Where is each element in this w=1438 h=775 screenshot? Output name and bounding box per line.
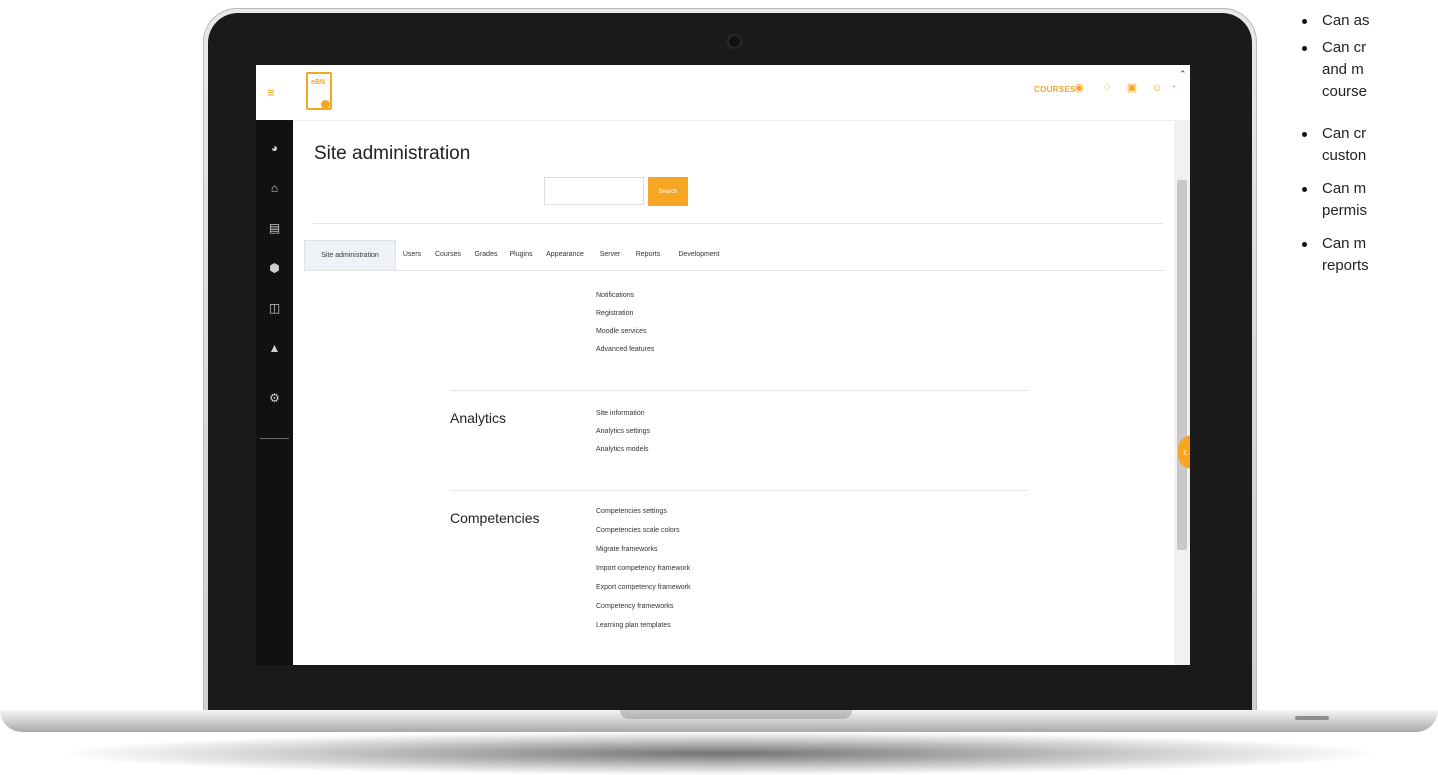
- site-logo[interactable]: eBN: [306, 72, 332, 110]
- graduation-icon[interactable]: ▲: [268, 342, 281, 355]
- link-competency-frameworks[interactable]: Competency frameworks: [596, 603, 673, 610]
- link-notifications[interactable]: Notifications: [596, 292, 634, 299]
- settings-icon[interactable]: ⚙: [268, 392, 281, 405]
- search-button[interactable]: Search: [648, 177, 688, 206]
- bullet-dot-icon: [1302, 187, 1307, 192]
- top-navbar: ≡ eBN COURSES ◉ ♢ ▣ ☺ • ⌃: [256, 65, 1190, 121]
- link-analytics-settings[interactable]: Analytics settings: [596, 428, 650, 435]
- files-icon[interactable]: ◫: [268, 302, 281, 315]
- section-divider: [450, 390, 1028, 391]
- bullet-dot-icon: [1302, 242, 1307, 247]
- vertical-scrollbar[interactable]: [1174, 120, 1190, 665]
- user-avatar-icon[interactable]: ☺: [1151, 82, 1163, 94]
- tab-development[interactable]: Development: [668, 240, 730, 270]
- page-title: Site administration: [314, 143, 471, 164]
- courses-globe-icon[interactable]: ◉: [1073, 82, 1085, 94]
- bullet-line: permis: [1322, 202, 1368, 219]
- competencies-heading: Competencies: [450, 510, 540, 526]
- sidebar-divider: [260, 438, 289, 439]
- calendar-icon[interactable]: ▤: [268, 222, 281, 235]
- bullet-line: Can cr: [1322, 125, 1367, 142]
- bullet-line: reports: [1322, 257, 1369, 274]
- link-export-competency-framework[interactable]: Export competency framework: [596, 584, 691, 591]
- laptop-screen: ≡ eBN COURSES ◉ ♢ ▣ ☺ • ⌃ ◕ ⌂ ▤ ⬢ ◫ ▲ ⚙ …: [256, 65, 1190, 665]
- tab-server[interactable]: Server: [592, 240, 628, 270]
- bullet-line: Can m: [1322, 235, 1367, 252]
- title-divider: [313, 223, 1163, 224]
- camera-icon: [729, 36, 740, 47]
- left-sidebar: ◕ ⌂ ▤ ⬢ ◫ ▲ ⚙: [256, 120, 293, 665]
- badge-icon[interactable]: ⬢: [268, 262, 281, 275]
- tab-grades[interactable]: Grades: [468, 240, 504, 270]
- courses-link[interactable]: COURSES: [1034, 85, 1076, 94]
- bullet-line: Can as: [1322, 12, 1370, 29]
- tab-reports[interactable]: Reports: [628, 240, 668, 270]
- link-analytics-models[interactable]: Analytics models: [596, 446, 649, 453]
- bullet-dot-icon: [1302, 19, 1307, 24]
- menu-icon[interactable]: ≡: [267, 85, 275, 100]
- scroll-up-arrow-icon[interactable]: ⌃: [1179, 69, 1187, 80]
- laptop-shadow: [70, 732, 1370, 775]
- link-import-competency-framework[interactable]: Import competency framework: [596, 565, 690, 572]
- bullet-dot-icon: [1302, 46, 1307, 51]
- section-divider: [450, 490, 1028, 491]
- bullet-line: custon: [1322, 147, 1367, 164]
- tab-plugins[interactable]: Plugins: [504, 240, 538, 270]
- link-site-information[interactable]: Site information: [596, 410, 645, 417]
- link-learning-plan-templates[interactable]: Learning plan templates: [596, 622, 671, 629]
- dashboard-icon[interactable]: ◕: [268, 142, 281, 155]
- laptop-port: [1295, 716, 1329, 720]
- bullet-line: and m: [1322, 61, 1364, 78]
- link-competencies-scale-colors[interactable]: Competencies scale colors: [596, 527, 680, 534]
- bullet-line: Can m: [1322, 180, 1367, 197]
- bullet-dot-icon: [1302, 132, 1307, 137]
- logo-text: eBN: [311, 79, 326, 86]
- search-input[interactable]: [544, 177, 644, 205]
- scrollbar-thumb[interactable]: [1177, 180, 1187, 550]
- message-icon[interactable]: ▣: [1126, 82, 1138, 94]
- tab-users[interactable]: Users: [396, 240, 428, 270]
- bell-icon[interactable]: ♢: [1101, 82, 1113, 94]
- link-advanced-features[interactable]: Advanced features: [596, 346, 654, 353]
- tab-courses[interactable]: Courses: [428, 240, 468, 270]
- link-registration[interactable]: Registration: [596, 310, 633, 317]
- tab-site-administration[interactable]: Site administration: [304, 240, 396, 270]
- link-competencies-settings[interactable]: Competencies settings: [596, 508, 667, 515]
- analytics-heading: Analytics: [450, 410, 507, 426]
- user-menu-caret-icon[interactable]: •: [1168, 82, 1180, 94]
- bullet-line: course: [1322, 83, 1368, 100]
- admin-tabs: Site administration Users Courses Grades…: [304, 240, 1164, 271]
- link-migrate-frameworks[interactable]: Migrate frameworks: [596, 546, 657, 553]
- tab-appearance[interactable]: Appearance: [538, 240, 592, 270]
- bullet-line: Can cr: [1322, 39, 1367, 56]
- laptop-base-notch: [620, 710, 852, 719]
- logo-badge-icon: [321, 100, 330, 109]
- home-icon[interactable]: ⌂: [268, 182, 281, 195]
- link-moodle-services[interactable]: Moodle services: [596, 328, 647, 335]
